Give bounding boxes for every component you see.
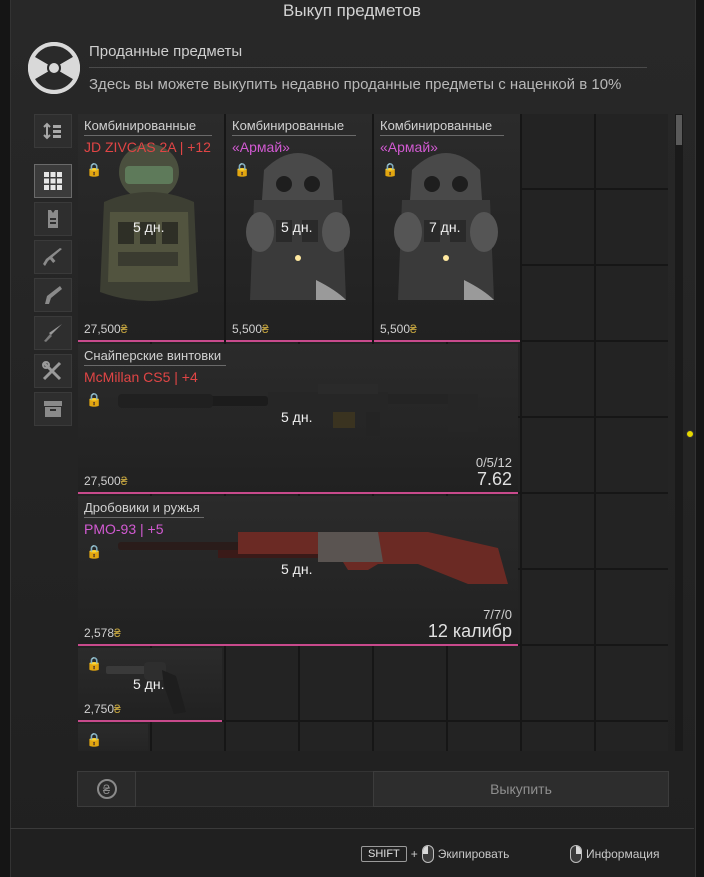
refund-currency-button[interactable]: ₴ — [77, 771, 136, 807]
lock-icon: 🔒 — [86, 392, 103, 407]
days-remaining: 5 дн. — [133, 676, 165, 692]
heading-divider — [89, 67, 647, 68]
lock-icon: 🔒 — [86, 162, 103, 177]
item-price: 2,578₴ — [84, 626, 121, 640]
category-underline — [84, 517, 204, 518]
lock-icon: 🔒 — [382, 162, 399, 177]
shift-key: SHIFT — [361, 846, 407, 862]
pistol-icon[interactable] — [34, 278, 72, 312]
category-underline — [380, 135, 504, 136]
cursor-marker — [686, 430, 694, 438]
item-card-partial[interactable]: 🔒 — [78, 724, 148, 751]
currency-icon: ₴ — [120, 474, 128, 488]
currency-icon: ₴ — [120, 322, 128, 336]
item-price: 2,750₴ — [84, 702, 121, 716]
item-name: PMO-93 | +5 — [84, 521, 164, 537]
item-price: 27,500₴ — [84, 474, 128, 488]
category-tabs — [34, 114, 72, 430]
item-name: «Армай» — [232, 139, 290, 155]
section-heading: Проданные предметы — [89, 43, 243, 60]
item-category: Снайперские винтовки — [84, 348, 222, 363]
shotgun-image — [118, 532, 508, 584]
rifle-icon[interactable] — [34, 240, 72, 274]
mouse-right-icon — [570, 845, 582, 863]
item-category: Комбинированные — [84, 118, 197, 133]
days-remaining: 5 дн. — [281, 561, 313, 577]
box-icon[interactable] — [34, 392, 72, 426]
currency-icon: ₴ — [262, 322, 269, 336]
caliber: 7.62 — [476, 469, 512, 489]
item-price: 5,500₴ — [380, 322, 417, 336]
scrollbar-track[interactable] — [675, 114, 683, 751]
footer-divider — [10, 828, 694, 829]
equip-label: Экипировать — [437, 847, 510, 861]
item-card-jd-zivcas[interactable]: Комбинированные JD ZIVCAS 2A | +12 🔒 5 д… — [78, 114, 224, 342]
item-category: Дробовики и ружья — [84, 500, 200, 515]
sort-icon[interactable] — [34, 114, 72, 148]
currency-icon: ₴ — [410, 322, 417, 336]
days-remaining: 5 дн. — [281, 409, 313, 425]
item-card-pmo-93[interactable]: Дробовики и ружья PMO-93 | +5 🔒 5 дн. 7/… — [78, 496, 518, 646]
section-description: Здесь вы можете выкупить недавно проданн… — [89, 76, 622, 93]
lock-icon: 🔒 — [234, 162, 251, 177]
armor-icon[interactable] — [34, 202, 72, 236]
info-label: Информация — [586, 847, 660, 861]
scrollbar-thumb[interactable] — [676, 115, 682, 145]
window-title: Выкуп предметов — [283, 1, 421, 20]
item-name: McMillan CS5 | +4 — [84, 369, 198, 385]
item-category: Комбинированные — [232, 118, 345, 133]
item-category: Комбинированные — [380, 118, 493, 133]
action-bar: ₴ Выкупить — [77, 771, 669, 807]
item-name: JD ZIVCAS 2A | +12 — [84, 139, 211, 155]
days-remaining: 5 дн. — [133, 219, 165, 235]
knife-icon[interactable] — [34, 316, 72, 350]
item-card-armai-2[interactable]: Комбинированные «Армай» 🔒 7 дн. 5,500₴ — [374, 114, 520, 342]
item-price: 27,500₴ — [84, 322, 128, 336]
category-underline — [84, 135, 212, 136]
currency-icon: ₴ — [114, 626, 121, 640]
item-card-mcmillan-cs5[interactable]: Снайперские винтовки McMillan CS5 | +4 🔒… — [78, 344, 518, 494]
item-price: 5,500₴ — [232, 322, 269, 336]
days-remaining: 7 дн. — [429, 219, 461, 235]
caliber: 12 калибр — [427, 621, 512, 641]
tools-icon[interactable] — [34, 354, 72, 388]
buyback-button[interactable]: Выкупить — [373, 771, 669, 807]
action-bar-spacer — [136, 771, 373, 807]
lock-icon: 🔒 — [86, 732, 103, 747]
equip-hint: SHIFT + Экипировать — [361, 845, 509, 863]
currency-refund-icon: ₴ — [96, 779, 117, 799]
ammo-count: 7/7/0 — [483, 607, 512, 622]
items-grid: Комбинированные JD ZIVCAS 2A | +12 🔒 5 д… — [78, 114, 668, 751]
grid-icon[interactable] — [34, 164, 72, 198]
ammo-count: 0/5/12 — [475, 455, 512, 470]
currency-icon: ₴ — [114, 702, 121, 716]
mouse-left-icon — [421, 845, 434, 863]
lock-icon: 🔒 — [86, 656, 103, 671]
plus-sign: + — [410, 847, 418, 861]
item-card-armai-1[interactable]: Комбинированные «Армай» 🔒 5 дн. 5,500₴ — [226, 114, 372, 342]
info-hint: Информация — [570, 845, 659, 863]
item-card-revolver[interactable]: 🔒 5 дн. 2,750₴ — [78, 648, 222, 722]
radiation-icon — [28, 42, 80, 94]
category-underline — [84, 365, 226, 366]
days-remaining: 5 дн. — [281, 219, 313, 235]
lock-icon: 🔒 — [86, 544, 103, 559]
category-underline — [232, 135, 356, 136]
item-name: «Армай» — [380, 139, 438, 155]
